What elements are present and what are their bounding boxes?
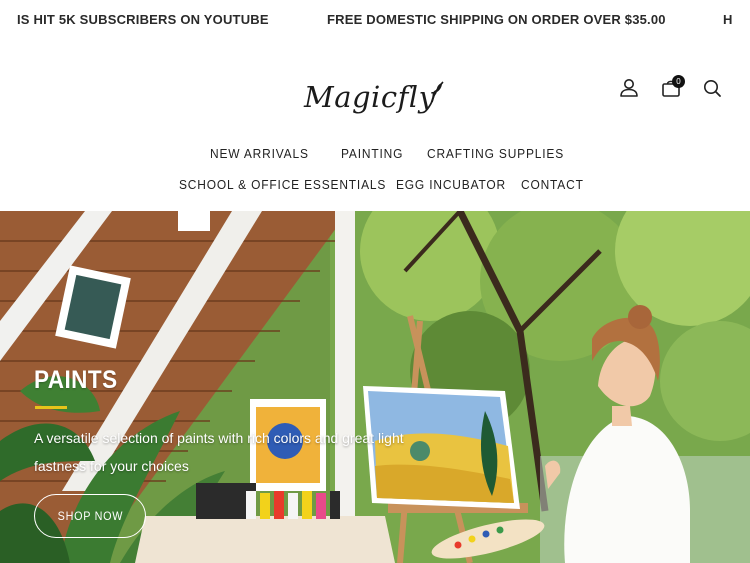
nav-item-school-office[interactable]: SCHOOL & OFFICE ESSENTIALS xyxy=(179,177,386,192)
shop-now-button[interactable]: SHOP NOW xyxy=(34,494,146,538)
search-icon[interactable] xyxy=(701,77,723,99)
nav-item-painting[interactable]: PAINTING xyxy=(341,146,403,161)
announcement-item: FREE DOMESTIC SHIPPING ON ORDER OVER $35… xyxy=(327,12,666,27)
hero-title: PAINTS xyxy=(34,366,118,394)
nav-item-crafting-supplies[interactable]: CRAFTING SUPPLIES xyxy=(427,146,564,161)
nav-item-contact[interactable]: CONTACT xyxy=(521,177,584,192)
hero-title-underline xyxy=(35,406,67,409)
cart-count-badge: 0 xyxy=(672,75,685,88)
nav-item-egg-incubator[interactable]: EGG INCUBATOR xyxy=(396,177,506,192)
announcement-bar: IS HIT 5K SUBSCRIBERS ON YOUTUBE FREE DO… xyxy=(0,0,750,40)
hero-banner: PAINTS A versatile selection of paints w… xyxy=(0,211,750,563)
account-icon[interactable] xyxy=(618,77,640,99)
site-logo[interactable]: Magicfly xyxy=(300,76,450,124)
logo-wordmark: Magicfly xyxy=(304,80,436,114)
announcement-item: H xyxy=(723,12,733,27)
shop-now-label: SHOP NOW xyxy=(57,509,123,523)
hero-description: A versatile selection of paints with ric… xyxy=(34,430,404,474)
nav-item-new-arrivals[interactable]: NEW ARRIVALS xyxy=(210,146,309,161)
leaf-icon xyxy=(431,81,444,103)
announcement-item: IS HIT 5K SUBSCRIBERS ON YOUTUBE xyxy=(17,12,269,27)
